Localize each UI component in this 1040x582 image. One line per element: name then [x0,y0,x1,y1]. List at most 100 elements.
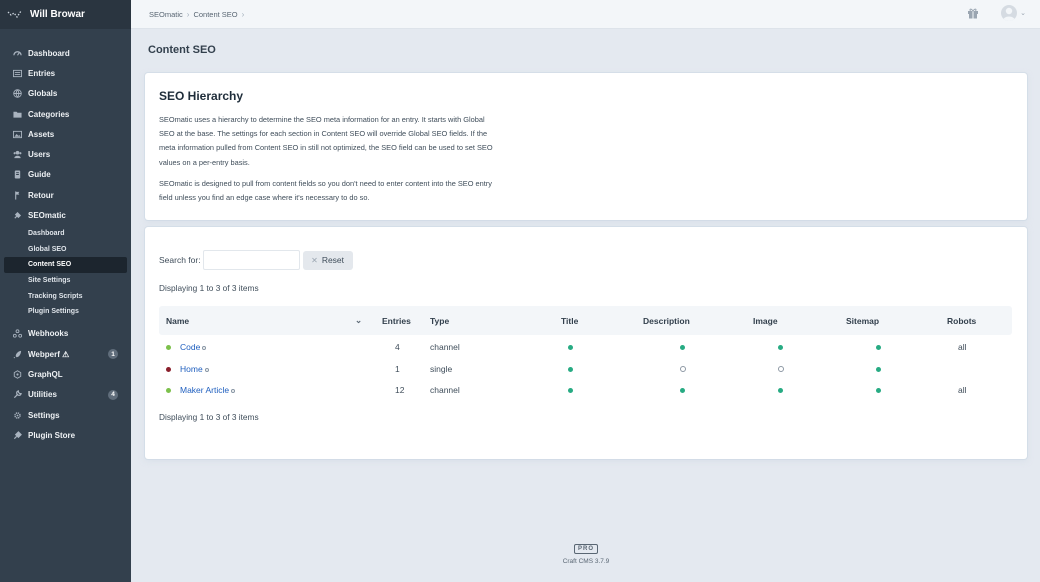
status-indicator [166,366,171,372]
content-seo-table: Name ⌄ Entries Type Title Description Im… [159,306,1012,401]
row-name-link[interactable]: Code [180,342,200,352]
hierarchy-paragraph-2: SEOmatic is designed to pull from conten… [159,178,492,203]
table-header: Name ⌄ Entries Type Title Description Im… [159,306,1012,335]
nav-item-seomatic[interactable]: SEOmatic [0,205,131,225]
row-name-link[interactable]: Home [180,364,203,374]
nav-label: Entries [28,68,56,78]
image-enabled-dot [778,388,783,393]
nav-item-webhooks[interactable]: Webhooks [0,324,131,344]
header-entries[interactable]: Entries [382,316,411,326]
sitemap-enabled-dot [876,366,881,372]
book-icon [12,170,22,180]
subnav-item-tracking-scripts[interactable]: Tracking Scripts [0,288,131,304]
nav-label: Dashboard [28,48,70,58]
folder-icon [12,109,22,119]
subnav-item-content-seo[interactable]: Content SEO [4,257,127,273]
row-entries: 4 [395,342,400,352]
title-enabled-dot [568,366,573,372]
hierarchy-paragraph-1: SEOmatic uses a hierarchy to determine t… [159,115,493,167]
nav-item-dashboard[interactable]: Dashboard [0,43,131,63]
nav-label: Webhooks [28,329,69,339]
reset-button[interactable]: ✕ Reset [302,250,353,270]
chevron-down-icon[interactable]: ⌄ [1020,9,1026,17]
nav-label: Guide [28,170,51,180]
status-indicator [166,388,171,393]
nav-item-webperf[interactable]: Webperf ⚠ 1 [0,344,131,364]
search-row: Search for: ✕ Reset [159,250,353,270]
table-row[interactable]: Maker Article 12 channel all [159,379,1012,401]
table-row[interactable]: Home 1 single [159,358,1012,380]
top-bar: SEOmatic › Content SEO › ⌄ [131,0,1040,29]
subnav-item-plugin-settings[interactable]: Plugin Settings [0,304,131,320]
breadcrumb-seomatic[interactable]: SEOmatic [149,10,183,19]
table-row[interactable]: Code 4 channel all [159,336,1012,358]
site-header[interactable]: Will Browar [0,0,131,29]
settings-ring-icon[interactable] [202,346,207,350]
row-entries: 1 [395,363,400,374]
nav-label: Utilities [28,390,57,400]
nav-item-utilities[interactable]: Utilities 4 [0,385,131,405]
subnav-item-site-settings[interactable]: Site Settings [0,273,131,289]
graphql-icon [12,370,22,380]
nav-label: Settings [28,410,60,420]
page-title: Content SEO [148,44,216,56]
description-enabled-dot [680,388,685,393]
row-name-cell: Home [180,364,209,374]
nav-item-settings[interactable]: Settings [0,405,131,425]
webhooks-icon [12,329,22,339]
header-name[interactable]: Name [166,316,189,326]
subnav-item-global-seo[interactable]: Global SEO [0,241,131,257]
dashboard-icon [12,48,22,58]
description-enabled-dot [680,345,685,350]
nav-item-globals[interactable]: Globals [0,84,131,104]
sitemap-enabled-dot [876,345,881,350]
header-image[interactable]: Image [753,316,778,326]
row-name-cell: Maker Article [180,385,236,395]
seo-hierarchy-title: SEO Hierarchy [159,89,244,103]
subnav-item-dashboard[interactable]: Dashboard [0,226,131,242]
utilities-badge: 4 [108,389,118,400]
search-input[interactable] [202,250,300,270]
header-robots[interactable]: Robots [947,316,976,326]
breadcrumb-chevron-icon: › [186,9,190,19]
plug-store-icon [12,430,22,440]
seo-hierarchy-card: SEO Hierarchy SEOmatic uses a hierarchy … [145,73,1027,220]
row-type: channel [430,385,460,395]
site-name: Will Browar [30,9,85,20]
sort-chevron-icon[interactable]: ⌄ [355,315,362,326]
header-title[interactable]: Title [561,316,578,326]
nav-item-categories[interactable]: Categories [0,104,131,124]
nav-label: GraphQL [28,370,63,380]
display-count-top: Displaying 1 to 3 of 3 items [159,283,259,293]
row-entries: 12 [395,385,405,395]
nav-item-users[interactable]: Users [0,144,131,164]
gift-icon[interactable] [967,7,979,19]
row-name-cell: Code [180,342,207,352]
header-type[interactable]: Type [430,316,449,326]
search-label: Search for: [159,255,201,265]
breadcrumb-content-seo[interactable]: Content SEO [193,10,237,19]
edition-badge: PRO [573,544,598,554]
row-name-link[interactable]: Maker Article [180,385,229,395]
user-avatar[interactable] [1001,5,1018,21]
nav-item-entries[interactable]: Entries [0,63,131,83]
header-description[interactable]: Description [643,316,690,326]
nav-label: Webperf ⚠ [28,349,70,359]
settings-ring-icon[interactable] [204,367,209,372]
nav-label: SEOmatic [28,211,66,221]
header-sitemap[interactable]: Sitemap [846,316,879,326]
content-seo-table-card: Search for: ✕ Reset Displaying 1 to 3 of… [145,227,1027,459]
nav-label: Globals [28,89,58,99]
settings-ring-icon[interactable] [231,389,236,393]
seomatic-subnav: Dashboard Global SEO Content SEO Site Se… [0,226,131,320]
footer: PRO Craft CMS 3.7.9 [560,542,612,565]
nav-item-guide[interactable]: Guide [0,165,131,185]
nav-item-graphql[interactable]: GraphQL [0,364,131,384]
nav-item-retour[interactable]: Retour [0,185,131,205]
breadcrumb-chevron-icon: › [241,9,245,19]
nav-item-assets[interactable]: Assets [0,124,131,144]
nav-label: Plugin Store [28,430,76,440]
title-enabled-dot [568,345,573,350]
nav-item-plugin-store[interactable]: Plugin Store [0,425,131,445]
globe-icon [12,89,22,99]
